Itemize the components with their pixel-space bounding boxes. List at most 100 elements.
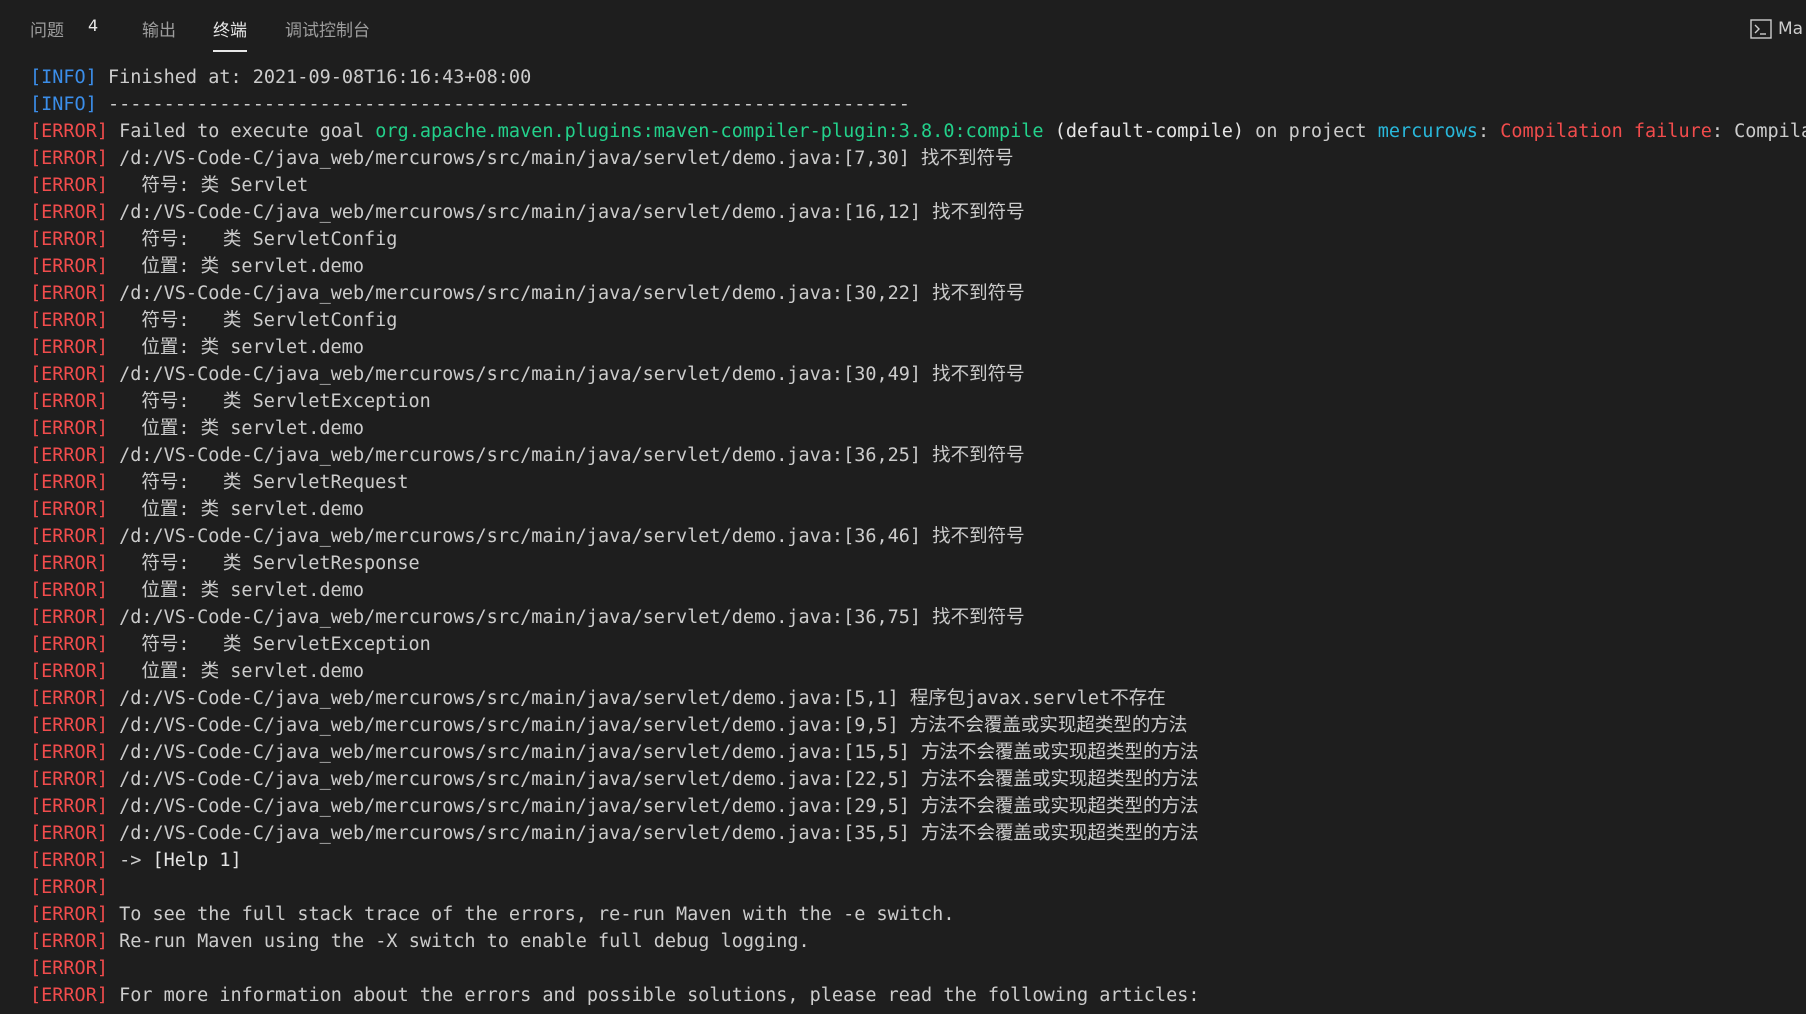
error-tag: [ERROR] [30, 229, 108, 250]
error-tag: [ERROR] [30, 688, 108, 709]
line-text: 符号: 类 Servlet [107, 175, 309, 196]
terminal-line: [ERROR] 符号: 类 ServletException [30, 631, 1806, 658]
line-text: /d:/VS-Code-C/java_web/mercurows/src/mai… [107, 283, 1025, 304]
line-text: 符号: 类 ServletConfig [107, 229, 398, 250]
error-tag: [ERROR] [30, 418, 108, 439]
terminal-line: [ERROR] 符号: 类 ServletRequest [30, 469, 1806, 496]
terminal-line: [ERROR] 符号: 类 ServletConfig [30, 307, 1806, 334]
line-text: 位置: 类 servlet.demo [107, 418, 364, 439]
tab-terminal[interactable]: 终端 [213, 16, 247, 52]
line-text: on project [1244, 121, 1378, 142]
line-text: /d:/VS-Code-C/java_web/mercurows/src/mai… [107, 796, 1199, 817]
terminal-line: [ERROR] /d:/VS-Code-C/java_web/mercurows… [30, 280, 1806, 307]
terminal-line: [ERROR] [30, 874, 1806, 901]
line-text: /d:/VS-Code-C/java_web/mercurows/src/mai… [107, 364, 1025, 385]
line-text: 位置: 类 servlet.demo [107, 580, 364, 601]
error-tag: [ERROR] [30, 769, 108, 790]
line-text: 位置: 类 servlet.demo [107, 256, 364, 277]
error-tag: [ERROR] [30, 904, 108, 925]
line-text: org.apache.maven.plugins:maven-compiler-… [375, 121, 1044, 142]
terminal-picker[interactable]: Ma [1750, 15, 1803, 43]
terminal-line: [ERROR] 位置: 类 servlet.demo [30, 658, 1806, 685]
error-tag: [ERROR] [30, 283, 108, 304]
error-tag: [ERROR] [30, 202, 108, 223]
line-text: /d:/VS-Code-C/java_web/mercurows/src/mai… [107, 202, 1025, 223]
line-text: : Compilation failure: [1711, 121, 1806, 142]
line-text: (default-compile) [1043, 121, 1245, 142]
line-text: 符号: 类 ServletRequest [107, 472, 409, 493]
terminal-line: [ERROR] 符号: 类 ServletConfig [30, 226, 1806, 253]
error-tag: [ERROR] [30, 580, 108, 601]
terminal-output[interactable]: [INFO] Finished at: 2021-09-08T16:16:43+… [30, 64, 1806, 1014]
line-text: /d:/VS-Code-C/java_web/mercurows/src/mai… [107, 715, 1188, 736]
error-tag: [ERROR] [30, 877, 108, 898]
line-text: /d:/VS-Code-C/java_web/mercurows/src/mai… [107, 742, 1199, 763]
terminal-line: [ERROR] /d:/VS-Code-C/java_web/mercurows… [30, 766, 1806, 793]
error-tag: [ERROR] [30, 715, 108, 736]
error-tag: [ERROR] [30, 796, 108, 817]
error-tag: [ERROR] [30, 310, 108, 331]
error-tag: [ERROR] [30, 607, 108, 628]
line-text: 符号: 类 ServletConfig [107, 310, 398, 331]
line-text: [Help 1] [152, 850, 242, 871]
terminal-line: [ERROR] 符号: 类 ServletResponse [30, 550, 1806, 577]
terminal-picker-label: Ma [1778, 19, 1804, 39]
error-tag: [ERROR] [30, 364, 108, 385]
error-tag: [ERROR] [30, 445, 108, 466]
terminal-line: [ERROR] /d:/VS-Code-C/java_web/mercurows… [30, 820, 1806, 847]
line-text: Finished at: 2021-09-08T16:16:43+08:00 [96, 67, 532, 88]
error-tag: [ERROR] [30, 472, 108, 493]
tab-output-label: 输出 [142, 21, 176, 41]
line-text: /d:/VS-Code-C/java_web/mercurows/src/mai… [107, 688, 1166, 709]
terminal-line: [ERROR] /d:/VS-Code-C/java_web/mercurows… [30, 442, 1806, 469]
error-tag: [ERROR] [30, 958, 108, 979]
line-text: /d:/VS-Code-C/java_web/mercurows/src/mai… [107, 445, 1025, 466]
terminal-line: [ERROR] /d:/VS-Code-C/java_web/mercurows… [30, 712, 1806, 739]
terminal-line: [ERROR] [30, 955, 1806, 982]
line-text: ----------------------------------------… [96, 94, 910, 115]
error-tag: [ERROR] [30, 337, 108, 358]
terminal-line: [INFO] Finished at: 2021-09-08T16:16:43+… [30, 64, 1806, 91]
terminal-line: [ERROR] /d:/VS-Code-C/java_web/mercurows… [30, 793, 1806, 820]
terminal-line: [ERROR] /d:/VS-Code-C/java_web/mercurows… [30, 199, 1806, 226]
tab-problems[interactable]: 问题 [30, 16, 64, 52]
line-text: 位置: 类 servlet.demo [107, 661, 364, 682]
line-text: Compilation failure [1500, 121, 1712, 142]
terminal-panel: 问题 4 输出 终端 调试控制台 Ma [INFO] Finished at: … [0, 0, 1806, 1014]
line-text: 位置: 类 servlet.demo [107, 337, 364, 358]
info-tag: [INFO] [30, 67, 97, 88]
error-tag: [ERROR] [30, 121, 108, 142]
error-tag: [ERROR] [30, 661, 108, 682]
terminal-icon [1750, 19, 1772, 39]
line-text: To see the full stack trace of the error… [107, 904, 955, 925]
tab-output[interactable]: 输出 [142, 16, 176, 52]
line-text: Re-run Maven using the -X switch to enab… [107, 931, 810, 952]
terminal-line: [INFO] ---------------------------------… [30, 91, 1806, 118]
terminal-line: [ERROR] 符号: 类 Servlet [30, 172, 1806, 199]
line-text: -> [107, 850, 153, 871]
terminal-line: [ERROR] Re-run Maven using the -X switch… [30, 928, 1806, 955]
terminal-line: [ERROR] 符号: 类 ServletException [30, 388, 1806, 415]
line-text: /d:/VS-Code-C/java_web/mercurows/src/mai… [107, 769, 1199, 790]
line-text: /d:/VS-Code-C/java_web/mercurows/src/mai… [107, 607, 1025, 628]
error-tag: [ERROR] [30, 526, 108, 547]
error-tag: [ERROR] [30, 175, 108, 196]
error-tag: [ERROR] [30, 985, 108, 1006]
line-text: : [1477, 121, 1501, 142]
line-text: For more information about the errors an… [107, 985, 1200, 1006]
terminal-line: [ERROR] To see the full stack trace of t… [30, 901, 1806, 928]
line-text: mercurows [1377, 121, 1478, 142]
info-tag: [INFO] [30, 94, 97, 115]
terminal-line: [ERROR] /d:/VS-Code-C/java_web/mercurows… [30, 523, 1806, 550]
line-text: 符号: 类 ServletException [107, 634, 431, 655]
line-text: /d:/VS-Code-C/java_web/mercurows/src/mai… [107, 148, 1014, 169]
error-tag: [ERROR] [30, 148, 108, 169]
tab-problems-label: 问题 [30, 21, 64, 41]
terminal-line: [ERROR] 位置: 类 servlet.demo [30, 415, 1806, 442]
error-tag: [ERROR] [30, 850, 108, 871]
terminal-line: [ERROR] /d:/VS-Code-C/java_web/mercurows… [30, 604, 1806, 631]
terminal-line: [ERROR] Failed to execute goal org.apach… [30, 118, 1806, 145]
terminal-line: [ERROR] 位置: 类 servlet.demo [30, 496, 1806, 523]
terminal-line: [ERROR] /d:/VS-Code-C/java_web/mercurows… [30, 739, 1806, 766]
tab-debug-console[interactable]: 调试控制台 [285, 16, 370, 52]
